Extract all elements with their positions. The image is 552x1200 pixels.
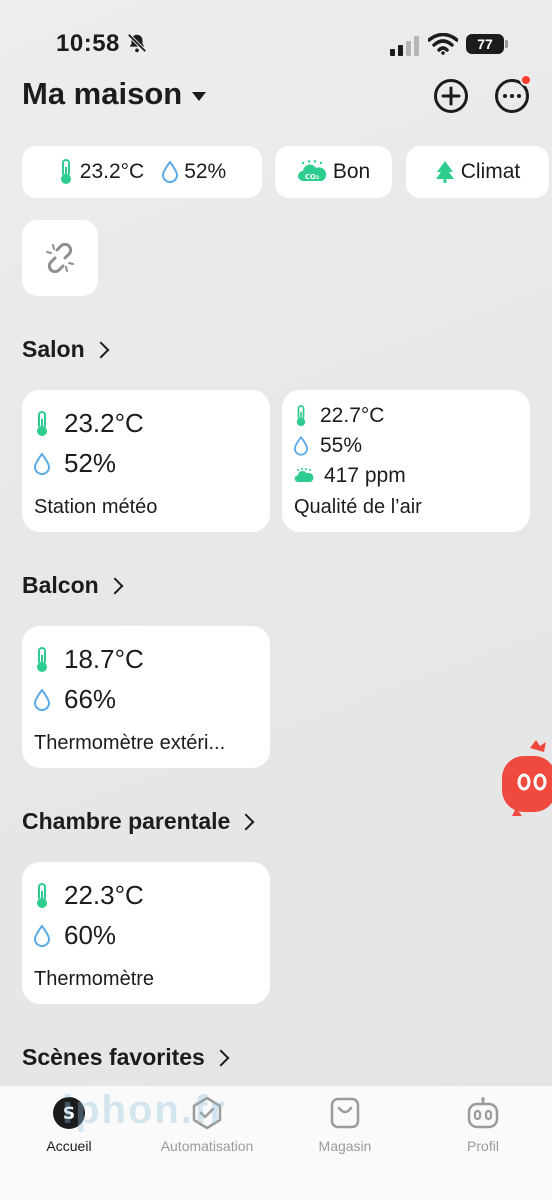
air-quality-chip[interactable]: CO₂ Bon xyxy=(275,146,392,198)
tab-label: Automatisation xyxy=(160,1138,254,1154)
water-drop-icon xyxy=(34,688,50,711)
caret-down-icon xyxy=(192,91,207,101)
battery-icon: 77 xyxy=(466,34,508,54)
water-drop-icon xyxy=(34,452,50,475)
thermometer-icon xyxy=(60,159,71,184)
profile-robot-icon xyxy=(467,1097,499,1129)
climate-chip[interactable]: Climat xyxy=(406,146,549,198)
thermometer-icon xyxy=(37,882,47,908)
signal-icon xyxy=(390,36,419,56)
shopping-bag-icon xyxy=(330,1097,360,1129)
humidity-value: 55% xyxy=(320,434,363,457)
chevron-right-icon xyxy=(212,1049,230,1066)
temperature-value: 18.7°C xyxy=(64,644,144,674)
favorites-label: Scènes favorites xyxy=(22,1044,205,1070)
device-name: Station météo xyxy=(34,496,158,518)
water-drop-icon xyxy=(294,436,308,456)
co2-cloud-icon xyxy=(294,468,314,482)
bell-off-icon xyxy=(127,33,147,53)
tab-label: Profil xyxy=(467,1138,499,1154)
wifi-icon xyxy=(428,33,458,55)
room-title-chambre-parentale[interactable]: Chambre parentale xyxy=(22,808,255,835)
thermometer-icon xyxy=(37,410,47,436)
notification-dot xyxy=(520,74,532,86)
broken-link-icon xyxy=(46,242,74,274)
device-name: Qualité de l’air xyxy=(294,496,422,518)
status-time: 10:58 xyxy=(56,30,120,57)
tab-label: Magasin xyxy=(318,1138,372,1154)
add-button[interactable] xyxy=(433,78,469,114)
page-title: Ma maison xyxy=(22,76,183,111)
device-name: Thermomètre extéri... xyxy=(34,732,226,754)
room-title-balcon[interactable]: Balcon xyxy=(22,572,124,599)
co2-value: 417 ppm xyxy=(324,464,406,487)
favorite-scenes-title[interactable]: Scènes favorites xyxy=(22,1044,230,1071)
summary-humidity: 52% xyxy=(184,160,227,183)
home-selector[interactable]: Ma maison xyxy=(22,76,207,112)
humidity-value: 52% xyxy=(64,448,117,478)
device-card-thermometer[interactable]: 22.3°C 60% Thermomètre xyxy=(22,862,270,1004)
room-name: Balcon xyxy=(22,572,99,598)
thermometer-icon xyxy=(296,405,306,427)
summary-temperature: 23.2°C xyxy=(79,160,145,183)
climate-label: Climat xyxy=(460,160,521,183)
humidity-value: 66% xyxy=(64,684,117,714)
room-name: Salon xyxy=(22,336,85,362)
device-card-outdoor-thermometer[interactable]: 18.7°C 66% Thermomètre extéri... xyxy=(22,626,270,768)
device-card-air-quality[interactable]: 22.7°C 55% 417 ppm Qualité de l’air xyxy=(282,390,530,532)
chevron-right-icon xyxy=(106,577,124,594)
room-name: Chambre parentale xyxy=(22,808,231,834)
status-bar: 10:58 77 xyxy=(0,0,552,80)
device-name: Thermomètre xyxy=(34,968,155,990)
thermometer-icon xyxy=(37,646,47,672)
humidity-value: 60% xyxy=(64,920,117,950)
battery-level: 77 xyxy=(466,34,504,54)
tree-icon xyxy=(435,161,454,183)
temperature-value: 22.3°C xyxy=(64,880,144,910)
chevron-right-icon xyxy=(237,813,255,830)
air-quality-label: Bon xyxy=(332,160,371,183)
water-drop-icon xyxy=(162,161,179,183)
temperature-value: 23.2°C xyxy=(64,408,144,438)
chevron-right-icon xyxy=(92,341,110,358)
climate-summary-chip[interactable]: 23.2°C 52% xyxy=(22,146,262,198)
watermark: iphon.fr xyxy=(62,1088,227,1132)
temperature-value: 22.7°C xyxy=(320,404,385,427)
tab-profil[interactable]: Profil xyxy=(414,1096,552,1154)
tab-label: Accueil xyxy=(46,1138,92,1154)
svg-text:CO₂: CO₂ xyxy=(305,173,319,181)
room-title-salon[interactable]: Salon xyxy=(22,336,110,363)
water-drop-icon xyxy=(34,924,50,947)
device-card-weather-station[interactable]: 23.2°C 52% Station météo xyxy=(22,390,270,532)
tab-magasin[interactable]: Magasin xyxy=(276,1096,414,1154)
co2-cloud-icon: CO₂ xyxy=(297,160,326,181)
assistant-robot-icon[interactable] xyxy=(500,738,552,822)
link-button[interactable] xyxy=(22,220,98,296)
